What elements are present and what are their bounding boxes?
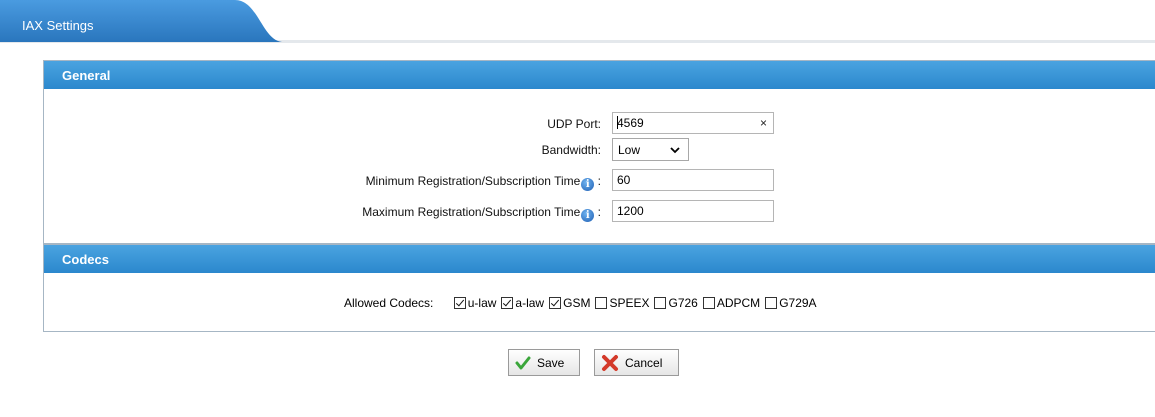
udp-port-input[interactable]: 4569 × bbox=[612, 112, 774, 134]
min-time-row: Minimum Registration/Subscription Time i … bbox=[44, 169, 1155, 191]
udp-port-label: UDP Port: bbox=[547, 117, 601, 131]
max-time-label-group: Maximum Registration/Subscription Time i … bbox=[362, 205, 601, 222]
info-icon[interactable]: i bbox=[581, 178, 595, 191]
x-icon bbox=[602, 354, 618, 371]
codecs-header: Codecs bbox=[44, 245, 1155, 273]
min-time-label-group: Minimum Registration/Subscription Time i … bbox=[366, 174, 601, 191]
max-time-value: 1200 bbox=[617, 204, 644, 218]
save-label: Save bbox=[537, 355, 565, 370]
clear-icon[interactable]: × bbox=[760, 116, 767, 130]
general-panel: General UDP Port: 4569 × Bandwidth: Low … bbox=[43, 60, 1155, 244]
codec-checkbox[interactable] bbox=[654, 297, 667, 309]
codec-label: G729A bbox=[779, 296, 817, 310]
info-icon[interactable]: i bbox=[581, 209, 595, 222]
allowed-codecs-label: Allowed Codecs: bbox=[344, 296, 434, 310]
codec-label: ADPCM bbox=[716, 296, 761, 310]
min-time-input[interactable]: 60 bbox=[612, 169, 774, 191]
checkmark-icon bbox=[515, 356, 531, 369]
cancel-button[interactable]: Cancel bbox=[594, 349, 679, 376]
codec-checkbox[interactable] bbox=[453, 297, 466, 309]
tab-label: IAX Settings bbox=[22, 18, 94, 33]
bandwidth-label: Bandwidth: bbox=[541, 143, 601, 157]
max-time-input[interactable]: 1200 bbox=[612, 200, 774, 222]
codec-checkbox[interactable] bbox=[549, 297, 562, 309]
codec-option[interactable]: G726 bbox=[654, 296, 698, 310]
save-button[interactable]: Save bbox=[508, 349, 580, 376]
codec-label: SPEEX bbox=[609, 296, 650, 310]
udp-port-row: UDP Port: 4569 × bbox=[44, 112, 1155, 134]
codec-checkbox[interactable] bbox=[765, 297, 778, 309]
codec-list: u-law a-law GSM SPEEX G726 ADPCM G729A bbox=[453, 296, 822, 310]
codec-checkbox[interactable] bbox=[702, 297, 715, 309]
max-time-label: Maximum Registration/Subscription Time bbox=[362, 205, 581, 219]
codec-checkbox[interactable] bbox=[501, 297, 514, 309]
bandwidth-row: Bandwidth: Low bbox=[44, 138, 1155, 161]
colon: : bbox=[597, 205, 601, 219]
codec-option[interactable]: a-law bbox=[501, 296, 544, 310]
general-header: General bbox=[44, 61, 1155, 89]
codec-option[interactable]: SPEEX bbox=[595, 296, 649, 310]
colon: : bbox=[597, 174, 601, 188]
chevron-down-icon bbox=[670, 147, 680, 154]
max-time-row: Maximum Registration/Subscription Time i … bbox=[44, 200, 1155, 222]
tab-iax-settings[interactable]: IAX Settings bbox=[0, 0, 282, 42]
codec-option[interactable]: GSM bbox=[549, 296, 590, 310]
codec-option[interactable]: ADPCM bbox=[702, 296, 761, 310]
codec-label: G726 bbox=[668, 296, 698, 310]
codecs-panel: Codecs Allowed Codecs: u-law a-law GSM SPEE… bbox=[43, 244, 1155, 332]
codec-label: GSM bbox=[563, 296, 591, 310]
codecs-row: Allowed Codecs: u-law a-law GSM SPEEX G726 AD… bbox=[344, 296, 822, 314]
bandwidth-value: Low bbox=[618, 143, 641, 157]
bandwidth-select[interactable]: Low bbox=[612, 138, 689, 161]
tab-bar: IAX Settings bbox=[0, 0, 1155, 44]
codec-label: a-law bbox=[515, 296, 545, 310]
cancel-label: Cancel bbox=[625, 355, 663, 370]
min-time-label: Minimum Registration/Subscription Time bbox=[365, 174, 581, 188]
min-time-value: 60 bbox=[617, 173, 631, 187]
codec-label: u-law bbox=[467, 296, 497, 310]
udp-port-value: 4569 bbox=[617, 116, 644, 130]
codec-option[interactable]: u-law bbox=[453, 296, 497, 310]
codec-checkbox[interactable] bbox=[595, 297, 608, 309]
codec-option[interactable]: G729A bbox=[765, 296, 817, 310]
